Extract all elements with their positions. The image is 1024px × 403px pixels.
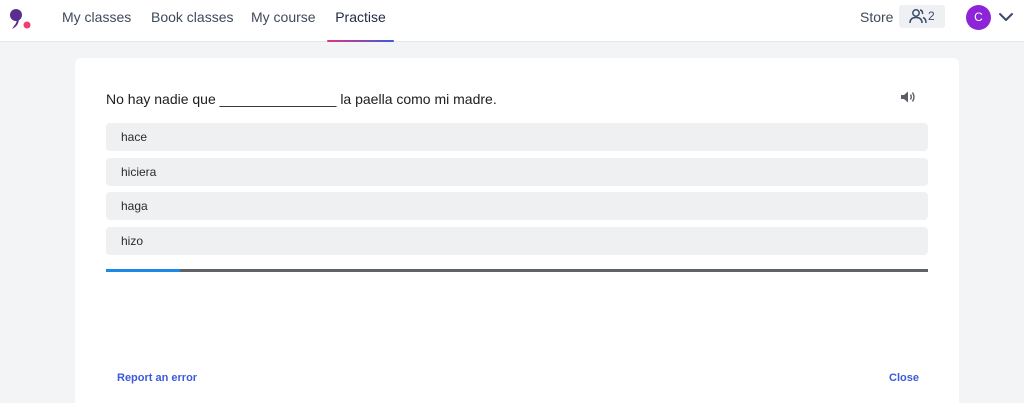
answer-option-label: hiciera xyxy=(121,165,157,179)
friends-count: 2 xyxy=(928,9,935,23)
nav-my-classes[interactable]: My classes xyxy=(62,0,131,42)
answer-option-label: hizo xyxy=(121,234,144,248)
nav-practise[interactable]: Practise xyxy=(327,0,394,42)
friends-button[interactable]: 2 xyxy=(899,5,945,28)
answer-option-label: hace xyxy=(121,130,148,144)
people-icon xyxy=(909,9,927,24)
active-tab-underline xyxy=(327,40,394,42)
close-link[interactable]: Close xyxy=(889,372,919,384)
chevron-down-icon[interactable] xyxy=(998,10,1014,28)
avatar-initial: C xyxy=(974,10,983,24)
progress-fill xyxy=(106,269,180,272)
close-label: Close xyxy=(889,372,919,384)
nav-book-classes-label: Book classes xyxy=(151,9,234,25)
brand-logo-icon[interactable] xyxy=(8,6,32,30)
answer-option[interactable]: hace xyxy=(106,123,928,151)
exercise-card: No hay nadie que _______________ la pael… xyxy=(75,58,959,403)
nav-my-classes-label: My classes xyxy=(62,9,132,25)
store-link[interactable]: Store xyxy=(860,0,893,34)
nav-book-classes[interactable]: Book classes xyxy=(151,0,233,42)
answer-option-label: haga xyxy=(121,199,148,213)
report-error-link[interactable]: Report an error xyxy=(117,372,197,384)
nav-my-course[interactable]: My course xyxy=(251,0,316,42)
report-error-label: Report an error xyxy=(117,372,198,384)
progress-bar xyxy=(106,269,928,272)
question-text: No hay nadie que _______________ la pael… xyxy=(106,91,497,107)
answer-option[interactable]: hiciera xyxy=(106,158,928,186)
answer-option[interactable]: haga xyxy=(106,192,928,220)
answer-option[interactable]: hizo xyxy=(106,227,928,255)
nav-my-course-label: My course xyxy=(251,9,316,25)
top-nav-bar: My classes Book classes My course Practi… xyxy=(0,0,1024,42)
store-label: Store xyxy=(860,9,894,25)
speaker-icon[interactable] xyxy=(900,90,917,109)
avatar[interactable]: C xyxy=(966,5,991,30)
nav-practise-label: Practise xyxy=(335,9,386,25)
